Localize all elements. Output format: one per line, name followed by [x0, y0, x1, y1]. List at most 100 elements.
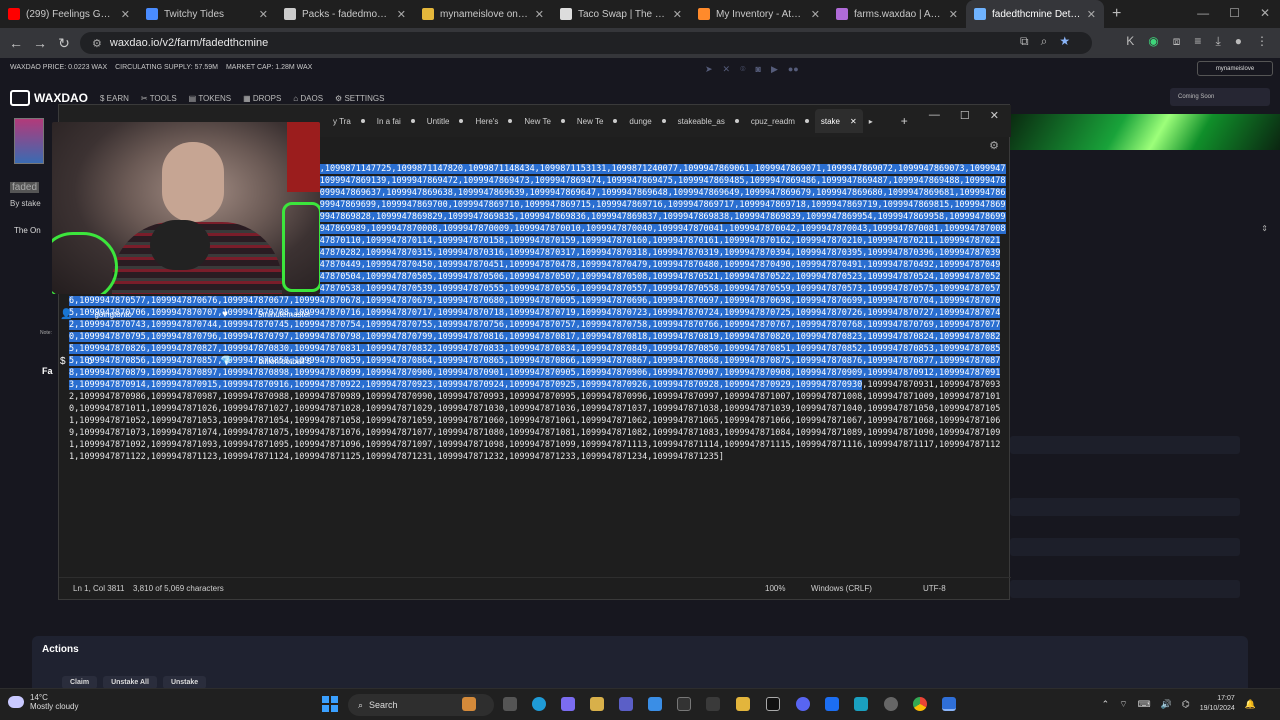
keyboard-icon[interactable]: ⌨: [1138, 699, 1151, 710]
discord-icon[interactable]: ◙: [756, 64, 761, 75]
file-explorer-icon[interactable]: [590, 697, 604, 711]
notepad-tab[interactable]: stake ✕: [814, 109, 863, 133]
nav-tools[interactable]: ✂ TOOLS: [141, 94, 177, 103]
minimize-icon[interactable]: —: [1197, 6, 1209, 20]
medium-icon[interactable]: ●●: [788, 64, 799, 75]
copilot-icon[interactable]: [561, 697, 575, 711]
nav-daos[interactable]: ⌂ DAOS: [293, 94, 323, 103]
telegram-icon[interactable]: ➤: [705, 64, 713, 75]
weather-desc: Mostly cloudy: [30, 702, 79, 711]
download-icon[interactable]: ⤓: [1215, 34, 1220, 49]
extensions-puzzle-icon[interactable]: ⧈: [1173, 34, 1181, 49]
edge-icon[interactable]: [532, 697, 546, 711]
browser-tab[interactable]: (299) Feelings Good Mix - ✕: [0, 0, 138, 28]
terminal-icon[interactable]: [677, 697, 691, 711]
notepad-tab[interactable]: New Te: [571, 109, 624, 133]
wallet-button[interactable]: mynameislove: [1197, 61, 1273, 76]
close-tab-icon[interactable]: ✕: [397, 8, 406, 21]
notepad-tab[interactable]: stakeable_as: [672, 109, 745, 133]
nav-tokens[interactable]: ▤ TOKENS: [189, 94, 231, 103]
x-icon[interactable]: ✕: [723, 64, 731, 75]
site-info-icon[interactable]: ⚙: [92, 37, 102, 50]
browser-tab[interactable]: mynameislove on NFTHive ✕: [414, 0, 552, 28]
browser-tab[interactable]: Taco Swap | The commun ✕: [552, 0, 690, 28]
close-tab-icon[interactable]: ✕: [535, 8, 544, 21]
farm-description: The On: [14, 226, 41, 235]
dropbox-icon[interactable]: [825, 697, 839, 711]
bookmark-star-icon[interactable]: ★: [1059, 34, 1070, 49]
row-bg: [1010, 580, 1240, 598]
tiktok-icon[interactable]: [766, 697, 780, 711]
maximize-icon[interactable]: ☐: [1229, 6, 1240, 20]
browser-tab[interactable]: farms.waxdao | Account ✕: [828, 0, 966, 28]
maximize-icon[interactable]: ☐: [960, 109, 970, 122]
reload-icon[interactable]: ↻: [52, 35, 76, 52]
new-tab-icon[interactable]: +: [901, 114, 908, 128]
back-icon[interactable]: ←: [4, 35, 28, 51]
install-icon[interactable]: ⧉: [1020, 34, 1029, 49]
volume-icon[interactable]: 🔊: [1161, 699, 1172, 710]
browser-tab[interactable]: Twitchy Tides ✕: [138, 0, 276, 28]
start-button[interactable]: [322, 696, 338, 712]
notepad-tab[interactable]: In a fai: [371, 109, 421, 133]
weather-widget[interactable]: 14°C Mostly cloudy: [8, 693, 78, 711]
browser-tab[interactable]: fadedthcmine Details ✕: [966, 0, 1104, 28]
close-icon[interactable]: ✕: [1260, 6, 1270, 20]
dropdown-icon[interactable]: ⇕: [1261, 224, 1268, 233]
task-view-icon[interactable]: [503, 697, 517, 711]
wifi-icon[interactable]: ⌔: [1119, 699, 1127, 710]
system-tray: ⌃ ⌔ ⌨ 🔊 ⌬ 17:07 19/10/2024 🔔: [1102, 694, 1256, 714]
browser-tab[interactable]: My Inventory - AtomicHub ✕: [690, 0, 828, 28]
notepad-tab[interactable]: dunge: [623, 109, 671, 133]
close-tab-icon[interactable]: ✕: [949, 8, 958, 21]
clock[interactable]: 17:07 19/10/2024: [1200, 694, 1235, 714]
notepad-tab[interactable]: cpuz_readm: [745, 109, 815, 133]
search-highlight-icon[interactable]: [462, 697, 476, 711]
scroll-tabs-icon[interactable]: ▸: [869, 117, 873, 126]
profile-avatar[interactable]: ●: [1235, 34, 1242, 49]
forward-icon[interactable]: →: [28, 35, 52, 51]
chrome-icon[interactable]: [913, 697, 927, 711]
nav-earn[interactable]: $ EARN: [100, 94, 129, 103]
close-tab-icon[interactable]: ✕: [850, 117, 857, 126]
extension-icon[interactable]: K: [1126, 34, 1134, 49]
address-bar[interactable]: ⚙ waxdao.io/v2/farm/fadedthcmine: [80, 32, 1092, 54]
settings-gear-icon[interactable]: ⚙: [989, 139, 999, 152]
notepad-tab[interactable]: New Te: [518, 109, 571, 133]
teams-icon[interactable]: [619, 697, 633, 711]
close-tab-icon[interactable]: ✕: [811, 8, 820, 21]
network-icon[interactable]: ⌬: [1182, 699, 1190, 710]
encoding[interactable]: UTF-8: [923, 584, 946, 593]
zoom-icon[interactable]: ⌕: [1041, 34, 1048, 49]
obs-icon[interactable]: [884, 697, 898, 711]
notification-icon[interactable]: 🔔: [1245, 699, 1256, 710]
minimize-icon[interactable]: —: [929, 109, 940, 122]
close-tab-icon[interactable]: ✕: [121, 8, 130, 21]
notepad-tab[interactable]: Here's: [469, 109, 518, 133]
close-tab-icon[interactable]: ✕: [673, 8, 682, 21]
line-ending[interactable]: Windows (CRLF): [811, 584, 872, 593]
menu-icon[interactable]: ⋮: [1256, 34, 1268, 49]
close-tab-icon[interactable]: ✕: [1087, 8, 1096, 21]
discord-icon[interactable]: [796, 697, 810, 711]
notepad-icon[interactable]: [942, 697, 956, 711]
youtube-icon[interactable]: ▶: [771, 64, 778, 75]
nav-drops[interactable]: ▦ DROPS: [243, 94, 281, 103]
close-tab-icon[interactable]: ✕: [259, 8, 268, 21]
store-icon[interactable]: [854, 697, 868, 711]
app-icon[interactable]: [706, 697, 720, 711]
tray-overflow-icon[interactable]: ⌃: [1102, 699, 1110, 710]
nav-settings[interactable]: ⚙ SETTINGS: [335, 94, 384, 103]
folder-icon[interactable]: [736, 697, 750, 711]
link-icon[interactable]: ⌾: [740, 64, 745, 75]
new-tab-button[interactable]: +: [1112, 5, 1121, 23]
notepad-tab[interactable]: y Tra: [327, 109, 371, 133]
notepad-tab[interactable]: Untitle: [421, 109, 470, 133]
close-icon[interactable]: ✕: [990, 109, 999, 122]
temperature: 14°C: [30, 693, 48, 702]
mail-icon[interactable]: [648, 697, 662, 711]
zoom-level[interactable]: 100%: [765, 584, 785, 593]
tab-search-icon[interactable]: ≡: [1194, 34, 1201, 49]
browser-tab[interactable]: Packs - fadedmonsuta on ✕: [276, 0, 414, 28]
extension-icon-green[interactable]: ◉: [1148, 34, 1158, 49]
